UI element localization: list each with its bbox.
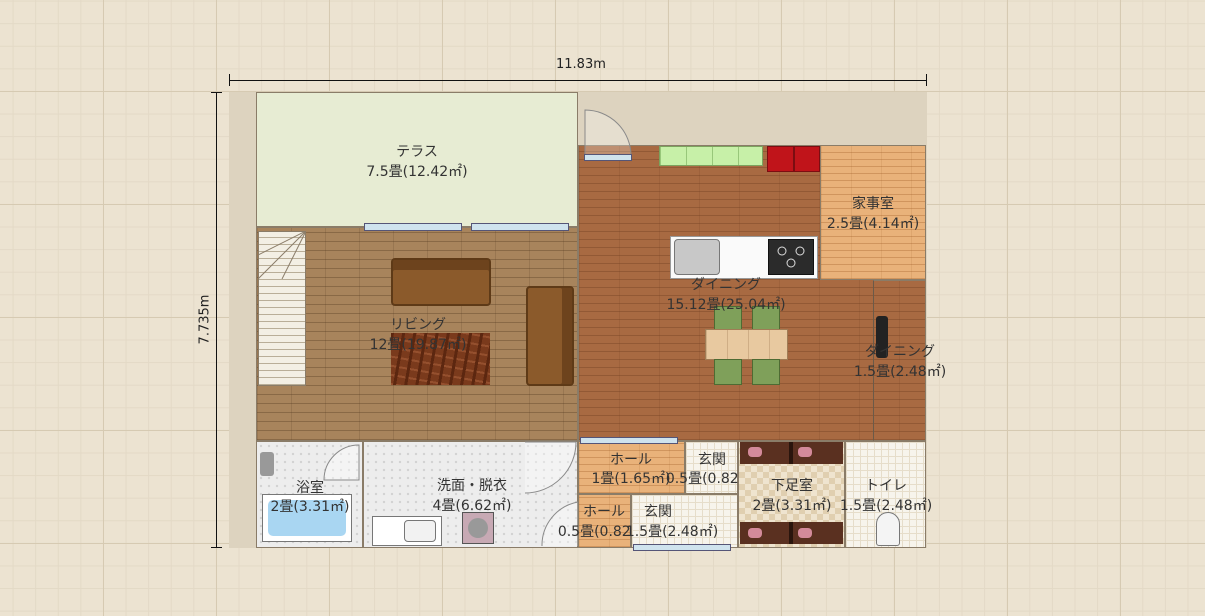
height-dimension-tick-top bbox=[211, 92, 222, 93]
window-icon[interactable] bbox=[364, 223, 462, 231]
chair-icon[interactable] bbox=[752, 359, 780, 385]
entrance-name: 玄関 bbox=[698, 452, 726, 468]
width-dimension-label: 11.83m bbox=[556, 57, 606, 72]
width-dimension-tick-right bbox=[926, 74, 927, 86]
door-swing-icon[interactable] bbox=[524, 441, 578, 495]
slippers-icon[interactable] bbox=[748, 447, 762, 457]
dining2-area: 1.5畳(2.48㎡) bbox=[853, 364, 947, 380]
terrace-name: テラス bbox=[396, 144, 438, 160]
entrance2-area: 1.5畳(2.48㎡) bbox=[625, 524, 719, 540]
hall2-name: ホール bbox=[583, 504, 625, 520]
width-dimension-line bbox=[229, 80, 927, 81]
sofa-icon[interactable] bbox=[526, 286, 574, 386]
hall-area: 1畳(1.65㎡) bbox=[591, 471, 671, 487]
washroom-area: 4畳(6.62㎡) bbox=[432, 498, 512, 514]
living-area: 12畳(19.87㎡) bbox=[369, 337, 467, 353]
shoe-room-area: 2畳(3.31㎡) bbox=[752, 498, 832, 514]
washroom-name: 洗面・脱衣 bbox=[437, 478, 507, 494]
door-swing-icon[interactable] bbox=[323, 444, 361, 482]
living-name: リビング bbox=[390, 317, 446, 333]
dining-area: 15.12畳(25.04㎡) bbox=[666, 297, 786, 313]
slippers-icon[interactable] bbox=[798, 447, 812, 457]
dining2-name: ダイニング bbox=[865, 344, 935, 360]
height-dimension-tick-bottom bbox=[211, 547, 222, 548]
height-dimension-label: 7.735m bbox=[197, 294, 213, 345]
counter-red[interactable] bbox=[767, 146, 820, 172]
toilet-area: 1.5畳(2.48㎡) bbox=[839, 498, 933, 514]
shower-icon[interactable] bbox=[260, 452, 274, 476]
bath-name: 浴室 bbox=[296, 480, 324, 496]
washing-machine-door bbox=[468, 518, 488, 538]
door-swing-icon[interactable] bbox=[584, 108, 634, 158]
shoe-room-name: 下足室 bbox=[771, 478, 813, 494]
counter-green[interactable] bbox=[659, 146, 763, 166]
slippers-icon[interactable] bbox=[748, 528, 762, 538]
utility-name: 家事室 bbox=[852, 196, 894, 212]
height-dimension-line bbox=[216, 92, 217, 548]
washbasin-bowl bbox=[404, 520, 436, 542]
chair-icon[interactable] bbox=[714, 359, 742, 385]
stove-burners-icon bbox=[777, 246, 805, 268]
bath-area: 2畳(3.31㎡) bbox=[270, 499, 350, 515]
window-icon[interactable] bbox=[633, 544, 731, 551]
toilet-icon[interactable] bbox=[876, 512, 900, 546]
window-icon[interactable] bbox=[580, 437, 678, 444]
terrace-area: 7.5畳(12.42㎡) bbox=[366, 164, 468, 180]
hall-name: ホール bbox=[610, 452, 652, 468]
dining-table-icon[interactable] bbox=[705, 329, 788, 360]
stairs-winder-icon bbox=[258, 231, 306, 279]
utility-area: 2.5畳(4.14㎡) bbox=[826, 216, 920, 232]
entrance2-name: 玄関 bbox=[644, 504, 672, 520]
slippers-icon[interactable] bbox=[798, 528, 812, 538]
window-icon[interactable] bbox=[471, 223, 569, 231]
dining-name: ダイニング bbox=[691, 277, 761, 293]
kitchen-sink-icon[interactable] bbox=[674, 239, 720, 275]
toilet-name: トイレ bbox=[865, 478, 907, 494]
window-icon[interactable] bbox=[584, 154, 632, 161]
width-dimension-tick-left bbox=[229, 74, 230, 86]
sofa-icon[interactable] bbox=[391, 258, 491, 306]
